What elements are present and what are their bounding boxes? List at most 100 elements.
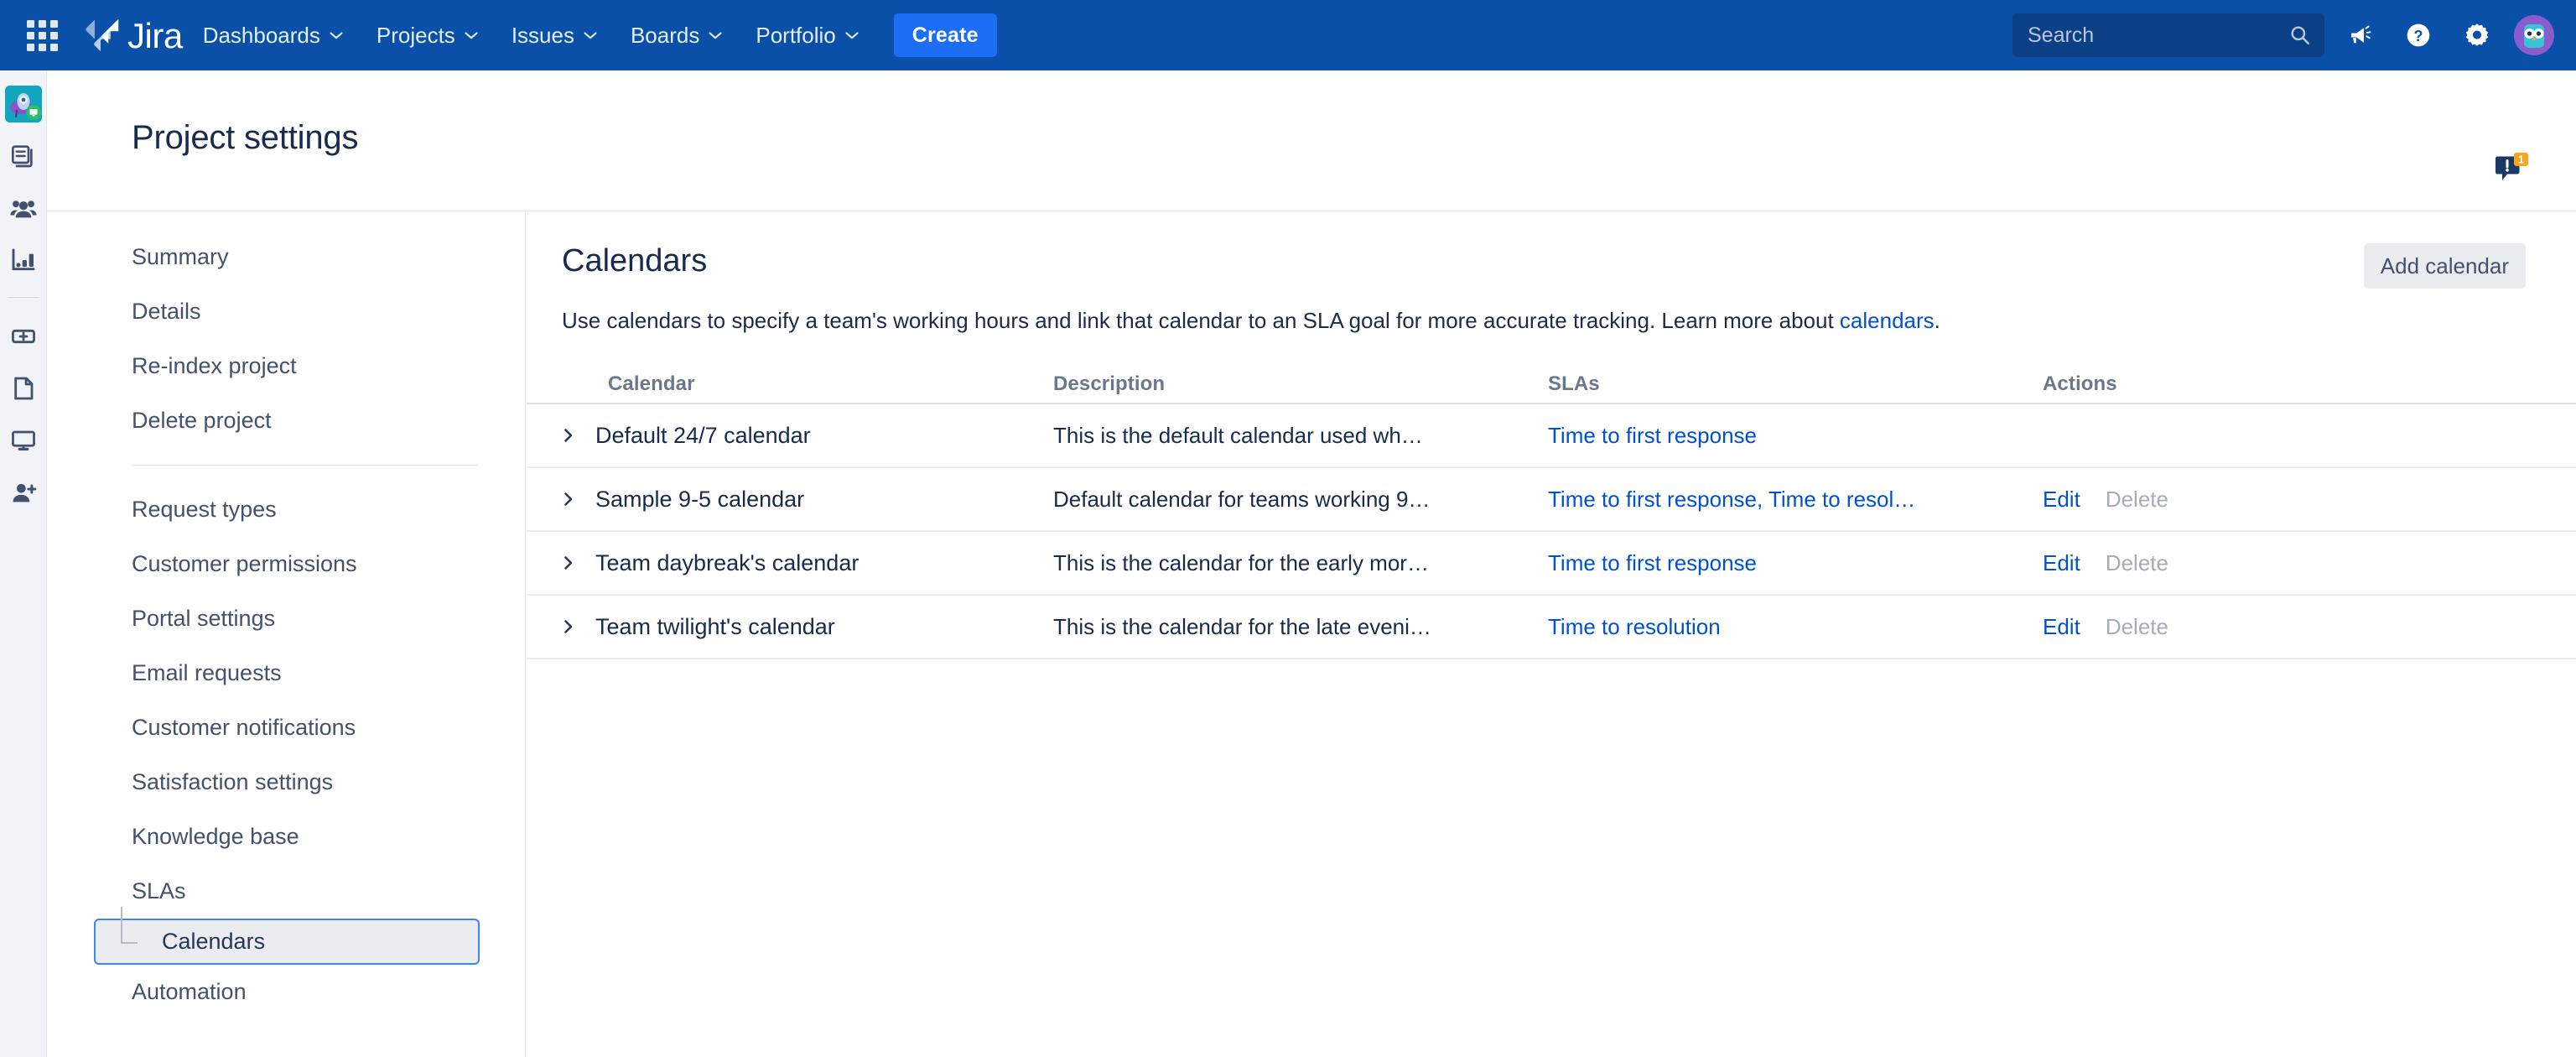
calendar-description-cell: This is the calendar for the early mor… [1053, 550, 1548, 576]
page-header: Project settings 1 [47, 70, 2576, 211]
calendar-slas-cell: Time to first response [1548, 423, 2043, 449]
calendar-description-cell: Default calendar for teams working 9… [1053, 487, 1548, 513]
sidebar-item-customer-notifications[interactable]: Customer notifications [47, 700, 508, 755]
calendar-name: Team daybreak's calendar [595, 549, 860, 575]
nav-item-issues[interactable]: Issues [498, 0, 610, 70]
nav-item-label: Dashboards [202, 22, 320, 48]
tree-branch-line [121, 907, 138, 944]
calendar-slas-cell: Time to first response [1548, 550, 2043, 576]
sidebar-item-calendars[interactable]: Calendars [94, 907, 480, 965]
edit-link[interactable]: Edit [2043, 487, 2080, 513]
calendar-name-cell: Default 24/7 calendar [560, 423, 1053, 449]
top-navigation-bar: Jira Dashboards Projects Issues Boards P… [0, 0, 2576, 70]
sidebar-item-email-requests[interactable]: Email requests [47, 646, 508, 700]
nav-item-boards[interactable]: Boards [617, 0, 735, 70]
nav-item-label: Portfolio [756, 22, 836, 48]
sidebar-item-project-avatar[interactable] [4, 86, 42, 122]
sidebar-item-reports[interactable] [5, 242, 42, 279]
sidebar-item-satisfaction-settings[interactable]: Satisfaction settings [47, 755, 508, 810]
table-row: Team twilight's calendar This is the cal… [527, 596, 2576, 659]
help-button[interactable]: ? [2395, 12, 2442, 59]
sidebar-item-invite-team[interactable] [5, 474, 42, 511]
customers-icon [9, 200, 37, 218]
app-switcher-button[interactable] [20, 13, 64, 57]
nav-item-label: Projects [376, 22, 455, 48]
create-button[interactable]: Create [893, 13, 997, 57]
column-header-calendar: Calendar [608, 372, 695, 395]
edit-link[interactable]: Edit [2043, 550, 2080, 576]
svg-text:?: ? [2414, 28, 2423, 44]
calendar-name-cell: Sample 9-5 calendar [560, 487, 1053, 513]
add-calendar-button[interactable]: Add calendar [2363, 243, 2526, 289]
sidebar-item-details[interactable]: Details [47, 284, 508, 339]
sidebar-item-knowledge-base[interactable]: Knowledge base [47, 810, 508, 864]
calendar-slas-cell: Time to first response, Time to resol… [1548, 487, 2043, 513]
search-box[interactable] [2012, 13, 2324, 57]
sidebar-item-portal-settings[interactable]: Portal settings [47, 591, 508, 646]
help-icon: ? [2407, 23, 2430, 47]
sidebar-item-request-types[interactable]: Request types [47, 482, 508, 537]
calendar-slas-cell: Time to resolution [1548, 614, 2043, 640]
feedback-button[interactable]: 1 [2492, 150, 2531, 189]
add-item-icon [11, 329, 35, 344]
project-settings-sidebar: Summary Details Re-index project Delete … [47, 211, 526, 1057]
sidebar-item-queues[interactable] [5, 138, 42, 174]
sidebar-item-add[interactable] [5, 318, 42, 355]
description-text: Use calendars to specify a team's workin… [562, 308, 1840, 333]
nav-item-projects[interactable]: Projects [363, 0, 491, 70]
nav-item-label: Boards [630, 22, 700, 48]
chevron-right-icon[interactable] [560, 618, 577, 635]
invite-team-icon [12, 483, 36, 502]
sidebar-item-re-index-project[interactable]: Re-index project [47, 339, 508, 393]
sidebar-item-label: Calendars [162, 929, 266, 954]
calendar-description-cell: This is the default calendar used wh… [1053, 423, 1548, 449]
sidebar-item-customers[interactable] [5, 190, 42, 226]
chevron-right-icon[interactable] [560, 555, 577, 571]
sidebar-item-slas[interactable]: SLAs [47, 864, 508, 919]
sidebar-item-portal[interactable] [5, 422, 42, 459]
calendar-description: Default calendar for teams working 9… [1053, 486, 1431, 512]
calendar-sla-link[interactable]: Time to first response, Time to resol… [1548, 487, 2018, 513]
calendars-table: Calendar Description SLAs Actions Defaul… [527, 364, 2576, 659]
knowledge-base-icon [13, 377, 33, 400]
column-header-actions: Actions [2043, 372, 2117, 395]
settings-button[interactable] [2454, 12, 2501, 59]
nav-item-portfolio[interactable]: Portfolio [742, 0, 871, 70]
sidebar-item-summary[interactable]: Summary [47, 230, 508, 284]
announcement-button[interactable] [2336, 12, 2383, 59]
chevron-down-icon [709, 32, 722, 39]
delete-link: Delete [2105, 486, 2168, 512]
column-header-slas: SLAs [1548, 372, 1600, 395]
calendar-sla-link[interactable]: Time to first response [1548, 550, 2018, 576]
calendar-sla-link[interactable]: Time to resolution [1548, 614, 2018, 640]
feedback-badge-count: 1 [2518, 154, 2524, 166]
jira-logo-link[interactable]: Jira [84, 17, 183, 54]
calendars-help-link[interactable]: calendars [1840, 308, 1935, 333]
calendar-actions-cell: Edit Delete [2043, 487, 2378, 513]
nav-item-label: Issues [511, 22, 574, 48]
calendar-name-cell: Team twilight's calendar [560, 614, 1053, 640]
jira-logo-text: Jira [127, 16, 183, 55]
calendar-name-cell: Team daybreak's calendar [560, 550, 1053, 576]
search-input[interactable] [2012, 13, 2324, 57]
jira-logo-icon [86, 18, 119, 52]
nav-item-dashboards[interactable]: Dashboards [190, 0, 356, 70]
delete-link: Delete [2105, 613, 2168, 639]
edit-link[interactable]: Edit [2043, 614, 2080, 640]
user-avatar[interactable] [2514, 15, 2554, 55]
sidebar-item-delete-project[interactable]: Delete project [47, 393, 508, 448]
page-title: Project settings [132, 119, 359, 156]
calendar-sla-link[interactable]: Time to first response [1548, 423, 2018, 449]
sidebar-item-knowledge-base[interactable] [5, 370, 42, 407]
calendar-description-cell: This is the calendar for the late eveni… [1053, 614, 1548, 640]
chevron-right-icon[interactable] [560, 427, 577, 444]
calendar-name: Team twilight's calendar [595, 613, 835, 639]
table-row: Default 24/7 calendar This is the defaul… [527, 404, 2576, 468]
sidebar-item-automation[interactable]: Automation [47, 965, 508, 1019]
sidebar-item-customer-permissions[interactable]: Customer permissions [47, 537, 508, 591]
chevron-down-icon [845, 32, 859, 39]
sidebar-divider [132, 465, 478, 466]
chevron-right-icon[interactable] [560, 491, 577, 508]
calendar-name: Sample 9-5 calendar [595, 486, 805, 512]
main-content: Calendars Add calendar Use calendars to … [527, 211, 2576, 1057]
